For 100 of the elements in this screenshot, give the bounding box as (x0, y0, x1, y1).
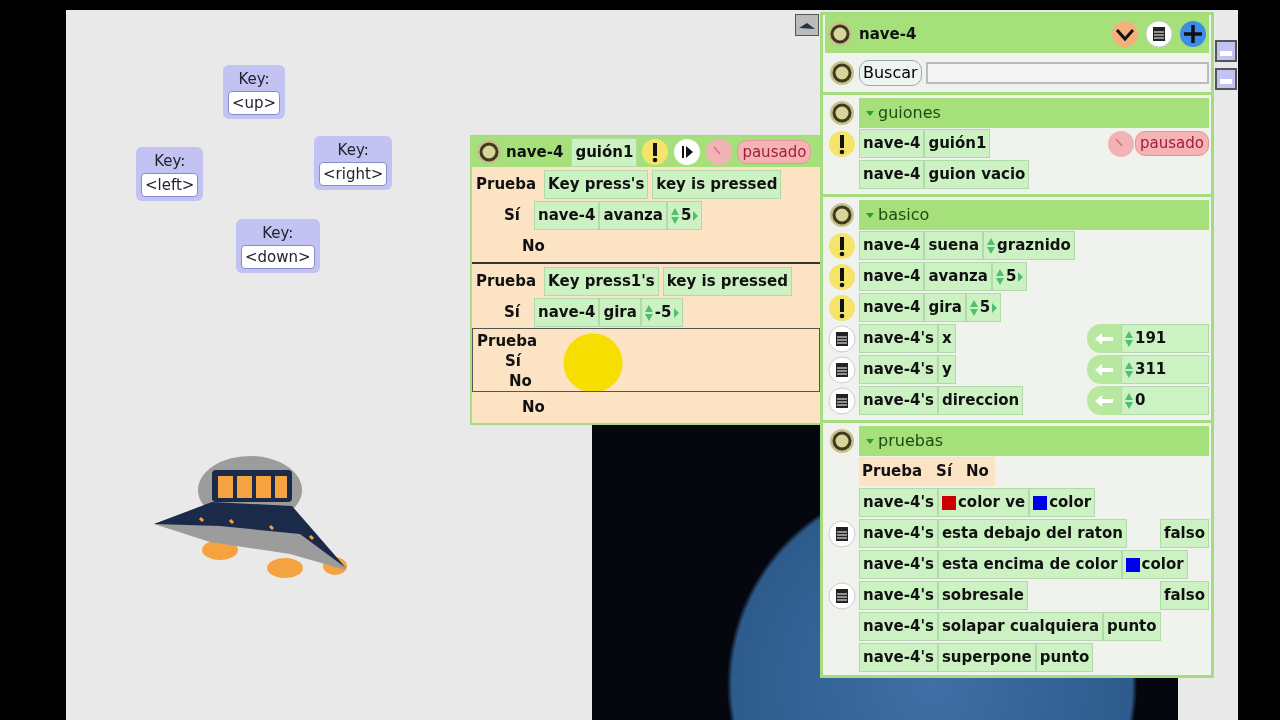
script-tile[interactable]: direccion (937, 386, 1024, 415)
key-label: Key: (261, 223, 295, 244)
number-tile[interactable]: 191 (1121, 324, 1209, 353)
script-name-tile[interactable]: guión1 (571, 137, 638, 167)
ring-button-icon[interactable] (829, 427, 855, 454)
script-tile[interactable]: nave-4 (859, 129, 925, 158)
script-tile[interactable]: key is pressed (652, 170, 782, 199)
ring-button-icon[interactable] (829, 201, 855, 228)
menu-icon[interactable] (828, 581, 856, 610)
ring-button-icon[interactable] (476, 139, 502, 165)
category-name: pruebas (878, 429, 943, 452)
script-tile[interactable]: nave-4's (859, 324, 938, 353)
script-tile[interactable]: nave-4's (859, 519, 938, 548)
menu-icon[interactable] (828, 519, 856, 548)
color-tile[interactable]: color (1029, 488, 1096, 517)
floating-test-tile[interactable]: Prueba Sí No (472, 328, 820, 392)
script-tile[interactable]: esta debajo del raton (937, 519, 1127, 548)
status-pill[interactable]: pausado (1135, 131, 1209, 156)
script-tile[interactable]: sobresale (937, 581, 1028, 610)
search-button[interactable]: Buscar (859, 59, 922, 86)
category-header[interactable]: guiones (859, 97, 1209, 128)
key-tile[interactable]: Key: <right> (314, 136, 393, 190)
script-tile[interactable]: nave-4's (859, 581, 938, 610)
choice-tile[interactable]: graznido (983, 231, 1075, 260)
script-tile[interactable]: nave-4 (859, 231, 925, 260)
category-header[interactable]: pruebas (859, 425, 1209, 456)
script-tile[interactable]: nave-4's (859, 612, 938, 641)
exclamation-icon[interactable] (828, 231, 856, 260)
search-field[interactable] (925, 61, 1209, 84)
ufo-thumbnail-icon[interactable] (795, 14, 819, 36)
category-header[interactable]: basico (859, 199, 1209, 230)
script-tile[interactable]: guion vacio (924, 160, 1030, 189)
ring-button-icon[interactable] (829, 99, 855, 126)
script-tile[interactable]: punto (1035, 643, 1094, 672)
menu-icon[interactable] (828, 386, 856, 415)
tile-label: color (1141, 554, 1184, 576)
color-tile[interactable]: color ve (937, 488, 1030, 517)
script-tile[interactable]: nave-4 (534, 201, 600, 230)
plus-icon[interactable] (1179, 20, 1207, 48)
script-tile[interactable]: nave-4 (859, 293, 925, 322)
script-tile[interactable]: superpone (937, 643, 1036, 672)
chevron-icon[interactable] (1111, 20, 1139, 48)
test-tile[interactable]: Prueba Sí No (859, 457, 995, 486)
script-tile[interactable]: nave-4's (859, 488, 938, 517)
tile-label: color ve (957, 492, 1026, 514)
script-tile[interactable]: gira (599, 298, 641, 327)
key-tile[interactable]: Key: <down> (236, 219, 320, 273)
exclamation-icon[interactable] (828, 293, 856, 322)
script-tile[interactable]: esta encima de color (937, 550, 1122, 579)
script-tile[interactable]: avanza (599, 201, 667, 230)
value-tile[interactable]: falso (1159, 581, 1209, 610)
script-tile[interactable]: nave-4 (859, 262, 925, 291)
script-tile[interactable]: nave-4's (859, 386, 938, 415)
script-tile[interactable]: guión1 (924, 129, 991, 158)
yes-label: Sí (503, 205, 522, 227)
ring-button-icon[interactable] (829, 59, 855, 86)
color-swatch[interactable] (1033, 495, 1048, 510)
key-tile[interactable]: Key: <left> (136, 147, 204, 201)
script-tile[interactable]: key is pressed (662, 267, 792, 296)
step-button-icon[interactable] (673, 138, 702, 166)
value-tile[interactable]: falso (1159, 519, 1209, 548)
color-swatch[interactable] (1125, 557, 1140, 572)
script-tile[interactable]: nave-4 (534, 298, 600, 327)
exclamation-icon[interactable] (828, 262, 856, 291)
number-value: 5 (681, 205, 692, 227)
key-thumbnail-icon[interactable] (1215, 40, 1237, 62)
status-pill[interactable]: pausado (737, 139, 812, 165)
color-tile[interactable]: color (1121, 550, 1188, 579)
key-tile[interactable]: Key: <up> (223, 65, 286, 119)
test-label: Prueba (476, 174, 537, 196)
script-tile[interactable]: Key press's (544, 170, 649, 199)
script-tile[interactable]: nave-4 (859, 160, 925, 189)
tile-label: Sí (936, 461, 953, 483)
script-tile[interactable]: nave-4's (859, 643, 938, 672)
menu-icon[interactable] (828, 355, 856, 384)
script-tile[interactable]: gira (924, 293, 966, 322)
script-tile[interactable]: Key press1's (544, 267, 659, 296)
key-thumbnail-icon[interactable] (1215, 68, 1237, 90)
exclamation-icon[interactable] (641, 138, 670, 166)
script-owner: nave-4 (506, 141, 564, 163)
color-swatch[interactable] (941, 495, 956, 510)
menu-icon[interactable] (828, 324, 856, 353)
script-tile[interactable]: avanza (924, 262, 992, 291)
key-value: <up> (228, 90, 281, 115)
viewer-title: nave-4 (859, 23, 918, 45)
key-label: Key: (153, 151, 187, 172)
number-tile[interactable]: 0 (1121, 386, 1209, 415)
script-tile[interactable]: punto (1103, 612, 1161, 641)
exclamation-icon[interactable] (828, 129, 856, 158)
menu-icon[interactable] (1145, 20, 1173, 48)
script-tile[interactable]: nave-4's (859, 355, 938, 384)
number-tile[interactable]: 311 (1121, 355, 1209, 384)
script-tile[interactable]: suena (924, 231, 983, 260)
category-name: basico (878, 203, 930, 226)
script-tile[interactable]: nave-4's (859, 550, 938, 579)
ring-button-icon[interactable] (827, 21, 853, 47)
tile-label: No (966, 461, 989, 483)
number-value: 5 (1006, 266, 1017, 288)
left-arrow-icon (1094, 362, 1114, 377)
script-tile[interactable]: solapar cualquiera (937, 612, 1103, 641)
